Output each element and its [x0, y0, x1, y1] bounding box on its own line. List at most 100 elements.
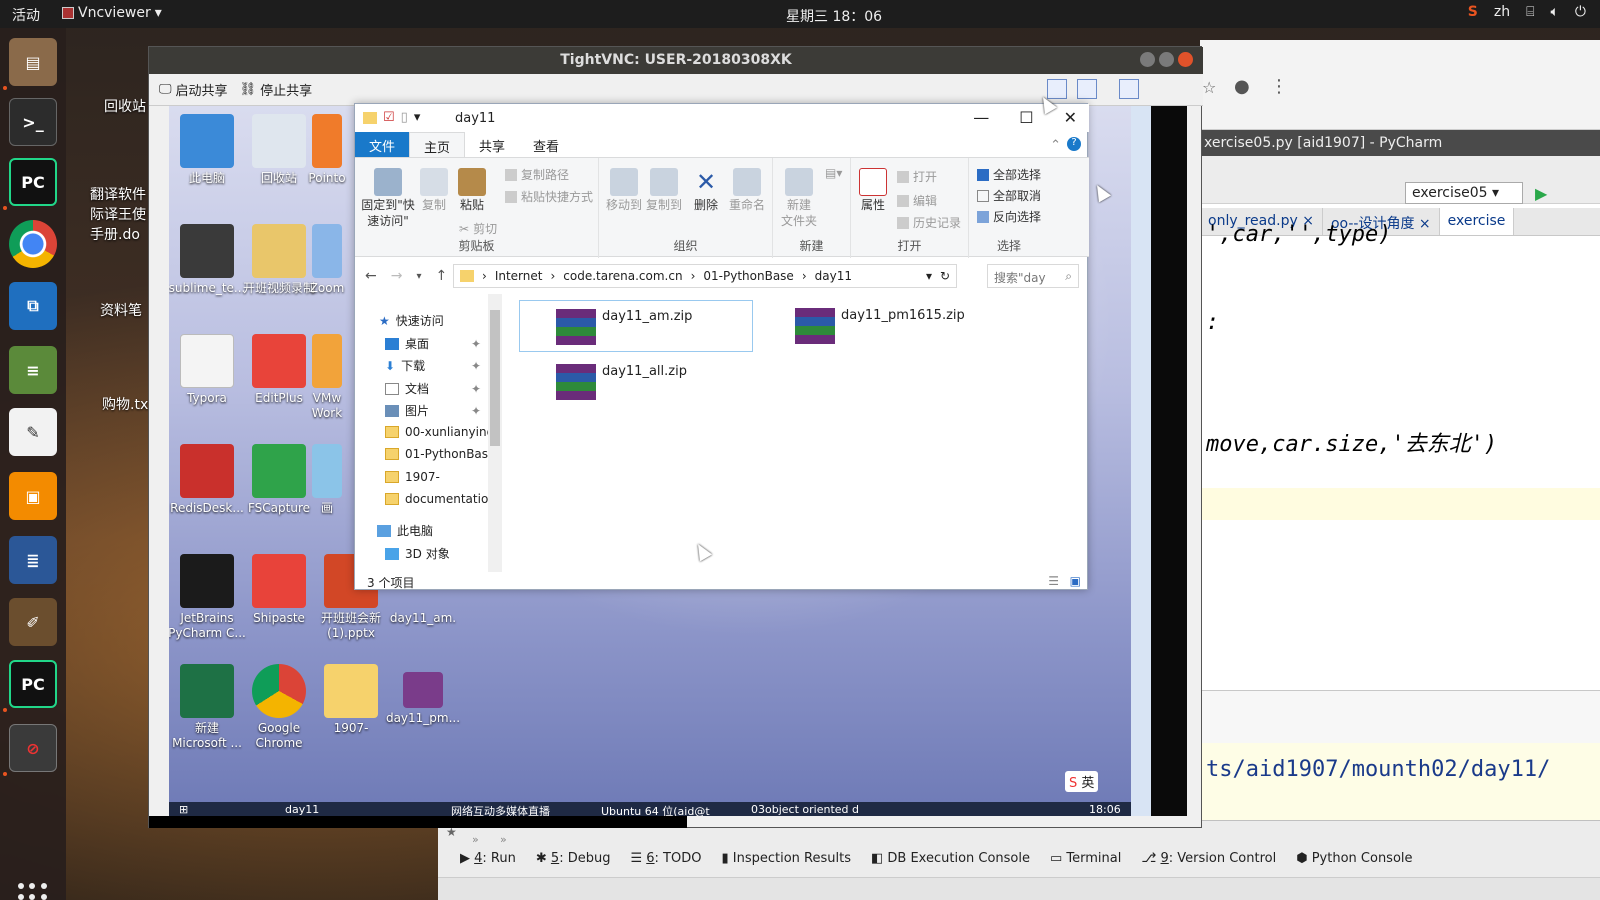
db-console-tool[interactable]: ◧ DB Execution Console	[871, 851, 1030, 866]
pin-quick-access-button[interactable]: 固定到"快 速访问"	[359, 168, 417, 229]
terminal-tool[interactable]: ▭ Terminal	[1050, 851, 1121, 866]
scale-icon[interactable]	[1077, 79, 1097, 99]
nav-3d-objects[interactable]: 3D 对象	[385, 545, 450, 562]
star-icon[interactable]: ☆	[1202, 78, 1216, 97]
more-icon[interactable]: ⋮	[1270, 76, 1288, 97]
desktop-folder[interactable]: 资料笔	[100, 300, 142, 320]
paste-shortcut-button[interactable]: 粘贴快捷方式	[505, 188, 593, 205]
tab-exercise[interactable]: exercise	[1439, 208, 1515, 235]
blocked-app-icon[interactable]: ⊘	[9, 724, 57, 772]
taskbar-item[interactable]: day11	[285, 803, 319, 816]
chrome-icon[interactable]	[9, 220, 57, 268]
minimize-icon[interactable]	[1140, 52, 1155, 67]
move-to-button[interactable]: 移动到	[605, 168, 643, 214]
input-lang[interactable]: zh	[1494, 4, 1510, 20]
new-folder-button[interactable]: 新建 文件夹	[779, 168, 819, 229]
vcs-tool[interactable]: ⎇ 9: Version Control	[1141, 851, 1276, 866]
nav-folder[interactable]: 00-xunlianying	[385, 425, 494, 439]
help-icon[interactable]: ?	[1067, 137, 1081, 151]
maximize-icon[interactable]: ☐	[1019, 108, 1033, 127]
network-icon[interactable]: ⌸	[1526, 4, 1534, 20]
close-icon[interactable]	[1178, 52, 1193, 67]
forward-icon[interactable]: →	[391, 268, 403, 284]
code-editor[interactable]: ',car,'',type) : move,car.size,'去东北')	[1200, 222, 1600, 690]
nav-documents[interactable]: 文档 ✦	[385, 380, 481, 397]
windows-start-icon[interactable]: ⊞	[179, 803, 188, 816]
power-icon[interactable]: ⏻	[1575, 4, 1586, 20]
pycharm-icon[interactable]: PC	[9, 158, 57, 206]
collapse-ribbon-icon[interactable]: ⌃	[1050, 138, 1061, 153]
rename-button[interactable]: 重命名	[727, 168, 767, 214]
nav-quick-access[interactable]: ★ 快速访问	[379, 312, 444, 329]
file-item[interactable]: day11_pm1615.zip	[795, 308, 965, 344]
desktop-trash[interactable]: 回收站	[104, 96, 146, 116]
maximize-icon[interactable]	[1159, 52, 1174, 67]
show-apps-icon[interactable]	[18, 883, 48, 900]
desktop-doc[interactable]: 翻译软件 际译王使 手册.do	[90, 184, 146, 244]
remote-icon-zoom[interactable]: Zoom	[307, 224, 347, 296]
pycharm-icon-2[interactable]: PC	[9, 660, 57, 708]
remote-icon-vmware[interactable]: VMw Work	[307, 334, 347, 421]
remote-icon-pointo[interactable]: Pointo	[307, 114, 347, 186]
new-item-icon[interactable]: ▤▾	[825, 166, 842, 180]
nav-pictures[interactable]: 图片 ✦	[385, 402, 481, 419]
nav-folder[interactable]: 1907-	[385, 470, 440, 484]
taskbar-item[interactable]: 03object oriented d	[751, 803, 859, 816]
select-all-button[interactable]: 全部选择	[977, 166, 1041, 183]
cut-button[interactable]: ✂ 剪切	[459, 220, 497, 237]
paste-button[interactable]: 粘贴	[453, 168, 491, 214]
run-icon[interactable]: ▶	[1535, 184, 1547, 203]
tab-view[interactable]: 查看	[519, 132, 573, 158]
copy-to-button[interactable]: 复制到	[645, 168, 683, 214]
sogou-icon[interactable]: S	[1468, 4, 1478, 20]
dropdown-icon[interactable]: ▾	[926, 269, 932, 283]
nav-scrollbar[interactable]	[488, 294, 502, 572]
file-item[interactable]: day11_am.zip	[519, 300, 753, 352]
delete-button[interactable]: ✕ 删除	[689, 168, 723, 214]
python-console-tool[interactable]: ⬢ Python Console	[1296, 851, 1412, 866]
nav-desktop[interactable]: 桌面 ✦	[385, 335, 481, 352]
nav-folder[interactable]: 01-PythonBase	[385, 447, 495, 461]
search-box[interactable]: 搜索"day ⌕	[987, 264, 1079, 288]
breadcrumb-item[interactable]: day11	[815, 269, 852, 283]
files-icon[interactable]: ▤	[9, 38, 57, 86]
invert-selection-button[interactable]: 反向选择	[977, 208, 1041, 225]
details-view-icon[interactable]: ☰	[1048, 574, 1059, 588]
back-icon[interactable]: ←	[365, 268, 377, 284]
stop-share-button[interactable]: ⛓︎ 停止共享	[240, 80, 313, 99]
properties-button[interactable]: 属性	[855, 168, 891, 214]
nav-this-pc[interactable]: 此电脑	[377, 522, 433, 539]
text-editor-icon[interactable]: ✎	[9, 408, 57, 456]
recent-icon[interactable]: ▾	[416, 268, 421, 284]
taskbar-item[interactable]: Ubuntu 64 位(aid@t	[601, 803, 710, 816]
volume-icon[interactable]: 🔈︎	[1551, 4, 1559, 20]
address-bar[interactable]: › Internet › code.tarena.com.cn › 01-Pyt…	[453, 264, 957, 288]
up-icon[interactable]: ↑	[436, 268, 448, 284]
taskbar-item[interactable]: 网络互动多媒体直播	[451, 803, 550, 816]
chevron-down-icon[interactable]: ▾	[414, 110, 421, 125]
expand-icon-2[interactable]: »	[500, 833, 507, 846]
paint-icon[interactable]: ✐	[9, 598, 57, 646]
terminal-icon[interactable]: >_	[9, 98, 57, 146]
todo-tool[interactable]: ☰ 6: TODO	[630, 851, 701, 866]
nav-folder[interactable]: documentation	[385, 492, 496, 506]
account-icon[interactable]: ●	[1234, 76, 1250, 97]
select-none-button[interactable]: 全部取消	[977, 187, 1041, 204]
inspection-tool[interactable]: ▮ Inspection Results	[721, 851, 851, 866]
desktop-txt[interactable]: 购物.tx	[102, 394, 148, 414]
copy-button[interactable]: 复制	[417, 168, 451, 214]
vmware-icon[interactable]: ▣	[9, 472, 57, 520]
breadcrumb-item[interactable]: Internet	[495, 269, 543, 283]
document-viewer-icon[interactable]: ≣	[9, 536, 57, 584]
taskbar-clock[interactable]: 18:06	[1089, 803, 1121, 816]
start-share-button[interactable]: 🖵︎ 启动共享	[159, 80, 228, 99]
large-icons-view-icon[interactable]: ▣	[1070, 574, 1081, 588]
tab-share[interactable]: 共享	[465, 132, 519, 158]
activities-button[interactable]: 活动	[12, 5, 40, 25]
breadcrumb-item[interactable]: code.tarena.com.cn	[563, 269, 682, 283]
file-item[interactable]: day11_all.zip	[556, 364, 687, 400]
expand-icon[interactable]: »	[472, 833, 479, 846]
edit-button[interactable]: 编辑	[897, 192, 937, 209]
refresh-icon[interactable]: ↻	[940, 269, 950, 283]
close-icon[interactable]: ✕	[1064, 108, 1077, 127]
